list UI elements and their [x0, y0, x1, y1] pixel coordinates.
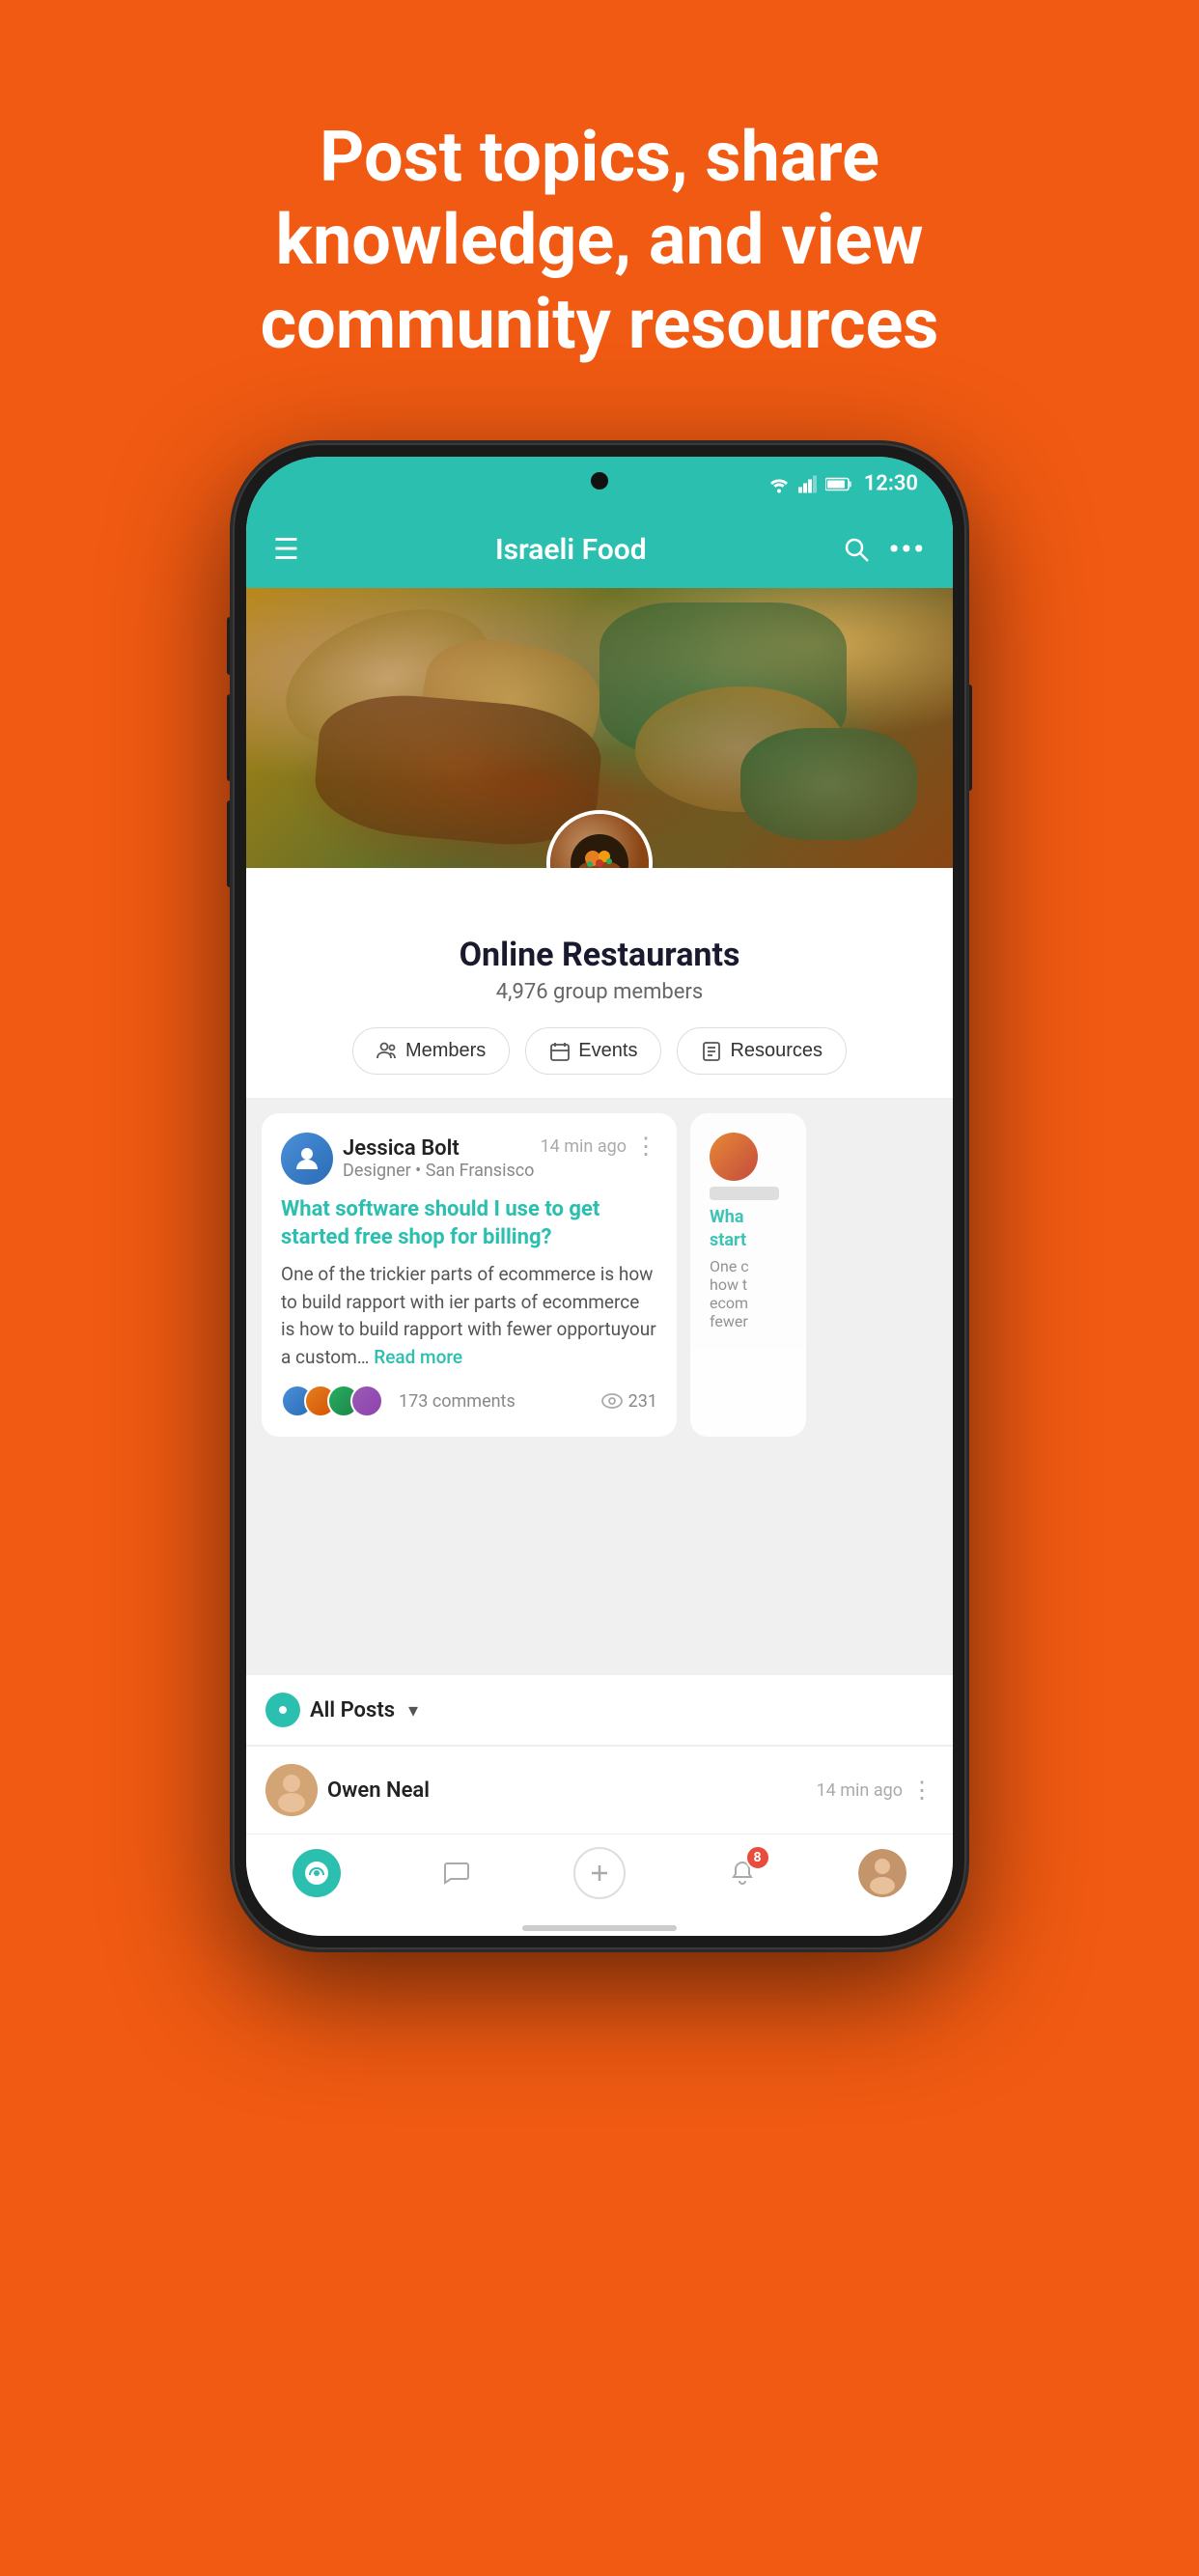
phone-screen: 12:30 ☰ Israeli Food •••	[246, 457, 953, 1936]
group-name: Online Restaurants	[246, 936, 953, 974]
commenter-4	[350, 1385, 383, 1417]
members-tab-icon	[376, 1041, 398, 1062]
nav-chat[interactable]	[432, 1849, 481, 1897]
resources-tab-icon	[701, 1041, 722, 1062]
nav-chat-icon	[432, 1849, 481, 1897]
read-more-link[interactable]: Read more	[374, 1346, 462, 1368]
recent-author-info: Owen Neal	[327, 1778, 430, 1803]
posts-section: Jessica Bolt Designer • San Fransisco 14…	[246, 1098, 953, 1674]
events-tab-icon	[549, 1041, 571, 1062]
views-icon	[601, 1393, 623, 1409]
menu-icon[interactable]: ☰	[273, 533, 299, 567]
nav-profile-icon	[858, 1849, 906, 1897]
home-bar	[522, 1925, 677, 1931]
views-count: 231	[628, 1391, 657, 1412]
post-time: 14 min ago	[541, 1136, 627, 1157]
author-avatar	[281, 1133, 333, 1185]
app-bar-title: Israeli Food	[495, 533, 647, 567]
author-info: Jessica Bolt Designer • San Fransisco	[343, 1136, 534, 1181]
post-author: Jessica Bolt Designer • San Fransisco	[281, 1133, 534, 1185]
recent-post-meta: 14 min ago ⋮	[817, 1777, 934, 1804]
tab-resources-label: Resources	[730, 1040, 823, 1062]
posts-scroll: Jessica Bolt Designer • San Fransisco 14…	[246, 1098, 953, 1452]
more-icon[interactable]: •••	[889, 533, 926, 567]
app-bar: ☰ Israeli Food •••	[246, 511, 953, 588]
all-posts-icon	[265, 1693, 300, 1727]
nav-home-icon	[293, 1849, 341, 1897]
time-display: 12:30	[864, 472, 918, 496]
filter-arrow: ▾	[408, 1698, 418, 1722]
group-tabs: Members Events	[246, 1027, 953, 1075]
comments-count: 173 comments	[399, 1391, 516, 1412]
camera-notch	[591, 472, 608, 490]
signal-icon	[798, 475, 818, 492]
post-commenters: 173 comments	[281, 1385, 516, 1417]
commenter-avatars	[281, 1385, 374, 1417]
home-indicator	[246, 1920, 953, 1936]
author-name: Jessica Bolt	[343, 1136, 534, 1161]
post-more-icon[interactable]: ⋮	[634, 1133, 657, 1160]
group-members: 4,976 group members	[246, 980, 953, 1004]
phone-outer: 12:30 ☰ Israeli Food •••	[233, 443, 966, 1949]
post-body: One of the trickier parts of ecommerce i…	[281, 1261, 657, 1371]
post-body-text: One of the trickier parts of ecommerce i…	[281, 1263, 656, 1368]
tab-events-label: Events	[578, 1040, 637, 1062]
status-bar: 12:30	[246, 457, 953, 511]
filter-label: All Posts	[310, 1698, 395, 1722]
author-title: Designer • San Fransisco	[343, 1161, 534, 1181]
tab-resources[interactable]: Resources	[677, 1027, 847, 1075]
recent-post-time: 14 min ago	[817, 1780, 903, 1801]
battery-icon	[825, 476, 852, 491]
post-views: 231	[601, 1391, 657, 1412]
status-icons: 12:30	[767, 472, 918, 496]
recent-author-name: Owen Neal	[327, 1778, 430, 1803]
hero-section: Post topics, share knowledge, and view c…	[0, 0, 1199, 366]
tab-events[interactable]: Events	[525, 1027, 661, 1075]
post-footer: 173 comments 231	[281, 1385, 657, 1417]
nav-home[interactable]	[293, 1849, 341, 1897]
post-meta: 14 min ago ⋮	[541, 1133, 657, 1160]
search-icon[interactable]	[843, 536, 870, 563]
notification-badge: 8	[745, 1845, 770, 1870]
nav-add[interactable]	[573, 1847, 626, 1899]
hero-title: Post topics, share knowledge, and view c…	[165, 116, 1034, 366]
food-banner	[246, 588, 953, 868]
recent-post-author: Owen Neal	[265, 1764, 430, 1816]
tab-members-label: Members	[405, 1040, 486, 1062]
nav-profile[interactable]	[858, 1849, 906, 1897]
app-bar-actions: •••	[843, 533, 926, 567]
recent-post-more[interactable]: ⋮	[910, 1777, 934, 1804]
recent-post: Owen Neal 14 min ago ⋮	[246, 1746, 953, 1834]
recent-author-avatar	[265, 1764, 318, 1816]
nav-notifications[interactable]: 8	[718, 1849, 767, 1897]
tab-members[interactable]: Members	[352, 1027, 510, 1075]
filter-bar[interactable]: All Posts ▾	[246, 1674, 953, 1746]
post-card-main: Jessica Bolt Designer • San Fransisco 14…	[262, 1113, 677, 1437]
post-title: What software should I use to get starte…	[281, 1196, 657, 1251]
nav-add-icon	[573, 1847, 626, 1899]
nav-notifications-icon: 8	[718, 1849, 767, 1897]
post-header: Jessica Bolt Designer • San Fransisco 14…	[281, 1133, 657, 1185]
phone-wrapper: 12:30 ☰ Israeli Food •••	[233, 443, 966, 1969]
bottom-nav: 8	[246, 1834, 953, 1920]
post-card-partial: Whastart One chow tecomfewer	[690, 1113, 806, 1437]
power-button	[966, 685, 972, 791]
wifi-icon	[767, 475, 791, 492]
group-info: Online Restaurants 4,976 group members M…	[246, 868, 953, 1098]
